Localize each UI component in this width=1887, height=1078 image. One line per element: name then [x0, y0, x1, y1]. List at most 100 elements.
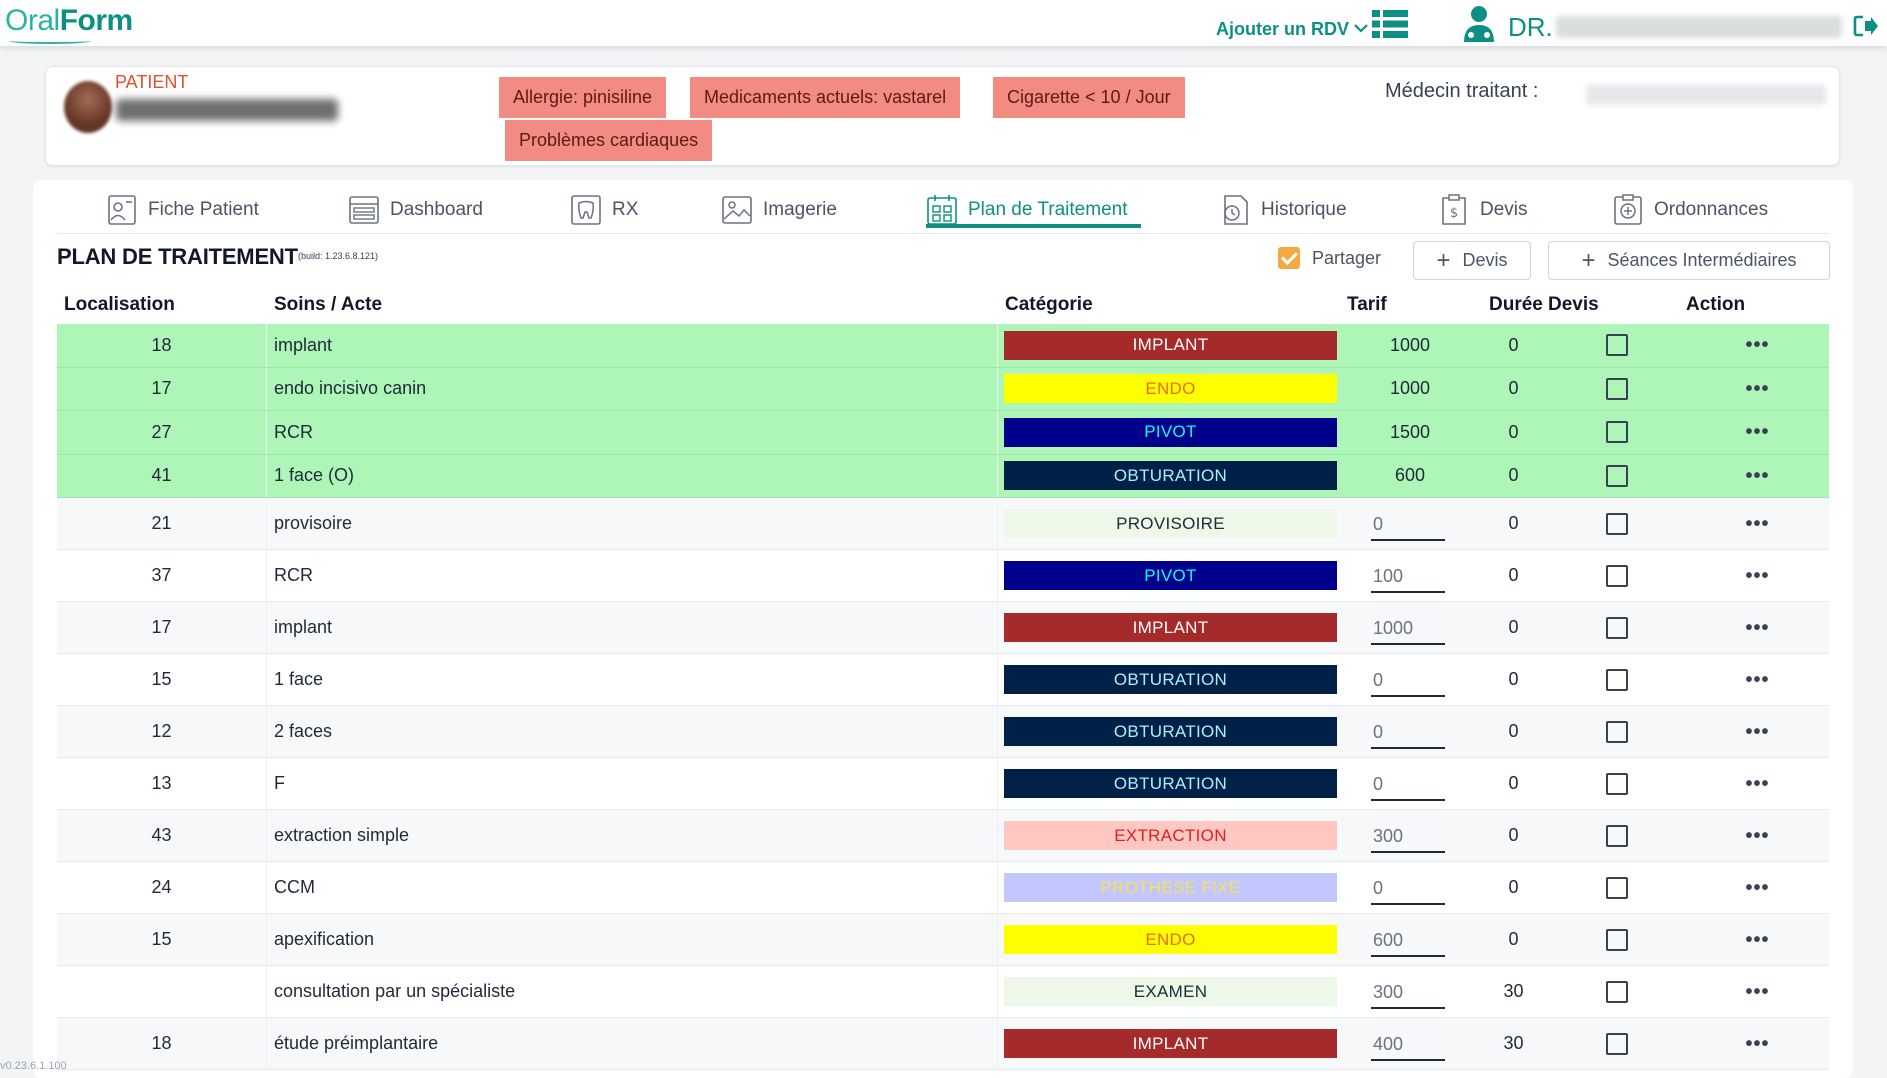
devis-checkbox[interactable]: [1606, 980, 1628, 1003]
table-row[interactable]: 41 1 face (O) OBTURATION 600 0 •••: [57, 454, 1829, 498]
table-row[interactable]: consultation par un spécialiste EXAMEN 3…: [57, 966, 1829, 1018]
table-row[interactable]: 12 2 faces OBTURATION 0 0 •••: [57, 706, 1829, 758]
tarif-input[interactable]: 0: [1371, 663, 1445, 697]
tab-ordonnances[interactable]: Ordonnances: [1612, 188, 1768, 232]
soin-cell: CCM: [267, 862, 998, 913]
devis-checkbox[interactable]: [1606, 512, 1628, 535]
tab-imagerie[interactable]: Imagerie: [721, 188, 837, 232]
categorie-cell: PROTHÈSE FIXE: [998, 862, 1341, 913]
tarif-input[interactable]: 0: [1371, 715, 1445, 749]
logout-icon[interactable]: [1853, 14, 1879, 38]
devis-cell: [1548, 368, 1686, 411]
tarif-cell: 100: [1341, 550, 1479, 601]
header-categorie: Catégorie: [1005, 294, 1093, 315]
tab-label: Devis: [1480, 199, 1528, 220]
tarif-input[interactable]: 1000: [1371, 611, 1445, 645]
devis-checkbox[interactable]: [1606, 668, 1628, 691]
more-actions-icon[interactable]: •••: [1745, 722, 1769, 742]
tarif-input[interactable]: 600: [1371, 923, 1445, 957]
partager-toggle[interactable]: Partager: [1278, 247, 1381, 269]
tarif-input[interactable]: 400: [1371, 1027, 1445, 1061]
appointment-list-icon[interactable]: [1372, 8, 1408, 40]
action-cell: •••: [1686, 862, 1829, 913]
localisation-cell: 21: [57, 498, 267, 549]
devis-checkbox[interactable]: [1606, 928, 1628, 951]
more-actions-icon[interactable]: •••: [1745, 566, 1769, 586]
devis-checkbox[interactable]: [1606, 421, 1628, 444]
table-row[interactable]: 17 endo incisivo canin ENDO 1000 0 •••: [57, 367, 1829, 411]
tarif-input[interactable]: 0: [1371, 507, 1445, 541]
table-row[interactable]: 37 RCR PIVOT 100 0 •••: [57, 550, 1829, 602]
more-actions-icon[interactable]: •••: [1745, 379, 1769, 399]
devis-checkbox[interactable]: [1606, 1032, 1628, 1055]
more-actions-icon[interactable]: •••: [1745, 826, 1769, 846]
add-devis-button[interactable]: + Devis: [1413, 241, 1531, 280]
svg-text:$: $: [1450, 206, 1458, 221]
tarif-input[interactable]: 300: [1371, 975, 1445, 1009]
table-row[interactable]: 15 1 face OBTURATION 0 0 •••: [57, 654, 1829, 706]
partager-checkbox[interactable]: [1278, 247, 1300, 269]
more-actions-icon[interactable]: •••: [1745, 1034, 1769, 1054]
tab-rx[interactable]: RX: [570, 188, 638, 232]
action-cell: •••: [1686, 498, 1829, 549]
devis-checkbox[interactable]: [1606, 772, 1628, 795]
devis-checkbox[interactable]: [1606, 876, 1628, 899]
devis-checkbox[interactable]: [1606, 334, 1628, 357]
devis-checkbox[interactable]: [1606, 824, 1628, 847]
more-actions-icon[interactable]: •••: [1745, 422, 1769, 442]
localisation-cell: 12: [57, 706, 267, 757]
table-row[interactable]: 43 extraction simple EXTRACTION 300 0 ••…: [57, 810, 1829, 862]
devis-checkbox[interactable]: [1606, 616, 1628, 639]
more-actions-icon[interactable]: •••: [1745, 670, 1769, 690]
tarif-input[interactable]: 0: [1371, 871, 1445, 905]
categorie-cell: IMPLANT: [998, 324, 1341, 367]
tarif-input[interactable]: 300: [1371, 819, 1445, 853]
localisation-cell: 15: [57, 654, 267, 705]
localisation-cell: 15: [57, 914, 267, 965]
table-row[interactable]: 24 CCM PROTHÈSE FIXE 0 0 •••: [57, 862, 1829, 914]
action-cell: •••: [1686, 411, 1829, 454]
table-row[interactable]: 18 étude préimplantaire IMPLANT 400 30 •…: [57, 1018, 1829, 1070]
localisation-cell: 41: [57, 454, 267, 497]
table-row[interactable]: 17 implant IMPLANT 1000 0 •••: [57, 602, 1829, 654]
devis-cell: [1548, 862, 1686, 913]
action-cell: •••: [1686, 368, 1829, 411]
action-cell: •••: [1686, 810, 1829, 861]
devis-cell: [1548, 706, 1686, 757]
devis-cell: [1548, 914, 1686, 965]
partager-label: Partager: [1312, 247, 1382, 268]
more-actions-icon[interactable]: •••: [1745, 514, 1769, 534]
duree-cell: 0: [1508, 378, 1519, 399]
tarif-input[interactable]: 0: [1371, 767, 1445, 801]
oralform-logo[interactable]: OralForm: [5, 4, 133, 44]
more-actions-icon[interactable]: •••: [1745, 878, 1769, 898]
add-rdv-link[interactable]: Ajouter un RDV: [1216, 19, 1349, 40]
tab-fiche-patient[interactable]: Fiche Patient: [106, 188, 259, 232]
devis-checkbox[interactable]: [1606, 464, 1628, 487]
more-actions-icon[interactable]: •••: [1745, 982, 1769, 1002]
more-actions-icon[interactable]: •••: [1745, 618, 1769, 638]
tab-devis[interactable]: $ Devis: [1438, 188, 1528, 232]
table-row[interactable]: 18 implant IMPLANT 1000 0 •••: [57, 324, 1829, 368]
calendar-grid-icon: [927, 195, 957, 225]
devis-checkbox[interactable]: [1606, 720, 1628, 743]
devis-checkbox[interactable]: [1606, 377, 1628, 400]
table-row[interactable]: 13 F OBTURATION 0 0 •••: [57, 758, 1829, 810]
more-actions-icon[interactable]: •••: [1745, 466, 1769, 486]
seances-intermediaires-button[interactable]: + Séances Intermédiaires: [1548, 241, 1830, 280]
table-row[interactable]: 21 provisoire PROVISOIRE 0 0 •••: [57, 498, 1829, 550]
devis-checkbox[interactable]: [1606, 564, 1628, 587]
soin-cell: apexification: [267, 914, 998, 965]
tarif-cell: 0: [1341, 706, 1479, 757]
more-actions-icon[interactable]: •••: [1745, 774, 1769, 794]
table-row[interactable]: 15 apexification ENDO 600 0 •••: [57, 914, 1829, 966]
tab-dashboard[interactable]: Dashboard: [348, 188, 483, 232]
chevron-down-icon[interactable]: [1351, 18, 1371, 38]
more-actions-icon[interactable]: •••: [1745, 335, 1769, 355]
categorie-cell: ENDO: [998, 914, 1341, 965]
tab-historique[interactable]: Historique: [1219, 188, 1347, 232]
more-actions-icon[interactable]: •••: [1745, 930, 1769, 950]
tarif-input[interactable]: 100: [1371, 559, 1445, 593]
category-badge: IMPLANT: [1004, 330, 1337, 360]
table-row[interactable]: 27 RCR PIVOT 1500 0 •••: [57, 411, 1829, 455]
